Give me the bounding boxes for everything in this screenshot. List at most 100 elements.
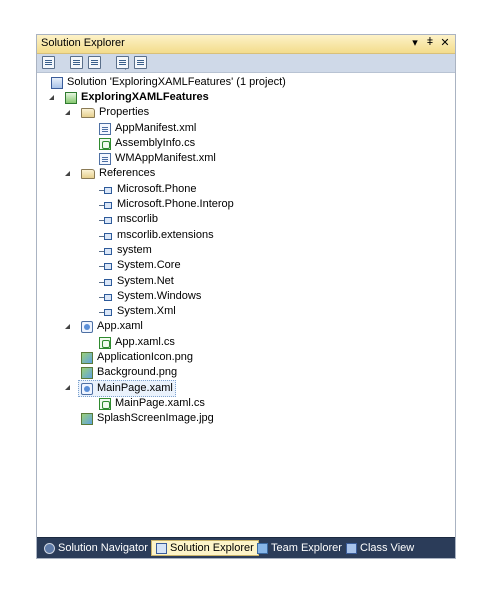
tree-item-reference[interactable]: System.Windows [99, 289, 201, 304]
tree-item-reference[interactable]: System.Net [99, 274, 174, 289]
tab-label: Solution Explorer [170, 542, 254, 554]
reference-label: System.Xml [117, 305, 176, 317]
project-label: ExploringXAMLFeatures [81, 91, 209, 103]
tab-team-explorer[interactable]: Team Explorer [253, 540, 346, 556]
properties-label: Properties [99, 106, 150, 118]
tree-item-reference[interactable]: Microsoft.Phone.Interop [99, 197, 234, 212]
xml-file-icon [99, 122, 111, 135]
expander-project[interactable] [49, 95, 54, 100]
solution-navigator-icon [44, 542, 55, 554]
tab-label: Team Explorer [271, 542, 342, 554]
view-code-icon[interactable] [116, 56, 129, 69]
reference-label: Microsoft.Phone.Interop [117, 198, 234, 210]
class-view-icon [346, 542, 357, 554]
file-label: MainPage.xaml [97, 382, 173, 394]
solution-icon [51, 76, 63, 89]
image-file-icon [81, 351, 93, 364]
title-controls: ▾ ǂ ✕ [409, 36, 451, 49]
tree-item-project[interactable]: ExploringXAMLFeatures [65, 90, 209, 105]
file-label: ApplicationIcon.png [97, 351, 194, 363]
pin-icon[interactable]: ǂ [424, 36, 436, 49]
bottom-tab-bar: Solution Navigator Solution Explorer Tea… [37, 537, 455, 558]
reference-icon [99, 308, 113, 317]
reference-icon [99, 232, 113, 241]
reference-label: mscorlib [117, 213, 158, 225]
csharp-file-icon [99, 397, 111, 410]
tree-item-reference[interactable]: mscorlib [99, 212, 158, 227]
tab-label: Solution Navigator [58, 542, 148, 554]
refresh-icon[interactable] [88, 56, 101, 69]
xaml-file-icon [81, 382, 93, 395]
expander-references[interactable] [65, 171, 70, 176]
tree-item-wmappmanifest[interactable]: WMAppManifest.xml [99, 151, 216, 166]
tree-item-solution[interactable]: Solution 'ExploringXAMLFeatures' (1 proj… [51, 75, 286, 90]
tab-label: Class View [360, 542, 415, 554]
tab-solution-navigator[interactable]: Solution Navigator [40, 540, 152, 556]
close-icon[interactable]: ✕ [439, 36, 451, 49]
csharp-file-icon [99, 336, 111, 349]
title-bar: Solution Explorer ▾ ǂ ✕ [37, 35, 455, 54]
reference-icon [99, 262, 113, 271]
reference-icon [99, 201, 113, 210]
tree-item-mainpage-xaml[interactable]: MainPage.xaml [78, 380, 176, 397]
expander-properties[interactable] [65, 110, 70, 115]
tree-item-reference[interactable]: System.Xml [99, 304, 176, 319]
expander-mainpage-xaml[interactable] [65, 385, 70, 390]
team-explorer-icon [257, 542, 268, 554]
csharp-file-icon [99, 137, 111, 150]
reference-label: Microsoft.Phone [117, 183, 197, 195]
toolbar [37, 54, 455, 73]
tree-item-reference[interactable]: mscorlib.extensions [99, 228, 214, 243]
dropdown-icon[interactable]: ▾ [409, 36, 421, 49]
references-label: References [99, 167, 156, 179]
reference-icon [99, 278, 113, 287]
image-file-icon [81, 412, 93, 425]
show-all-files-icon[interactable] [70, 56, 83, 69]
tree-item-app-xaml[interactable]: App.xaml [81, 319, 143, 334]
tree-item-mainpage-xaml-cs[interactable]: MainPage.xaml.cs [99, 396, 205, 411]
solution-explorer-panel: Solution Explorer ▾ ǂ ✕ Solution 'Explor… [36, 34, 456, 559]
folder-icon [81, 108, 95, 118]
reference-label: System.Net [117, 275, 174, 287]
tree-item-references[interactable]: References [81, 166, 155, 181]
solution-label: Solution 'ExploringXAMLFeatures' (1 proj… [67, 76, 286, 88]
file-label: WMAppManifest.xml [115, 152, 216, 164]
tree-item-appmanifest[interactable]: AppManifest.xml [99, 121, 196, 136]
tree-item-application-icon[interactable]: ApplicationIcon.png [81, 350, 193, 365]
tree-item-reference[interactable]: System.Core [99, 258, 181, 273]
tree-item-splash[interactable]: SplashScreenImage.jpg [81, 411, 214, 426]
reference-label: System.Core [117, 259, 181, 271]
file-label: App.xaml [97, 320, 143, 332]
folder-icon [81, 169, 95, 179]
reference-icon [99, 247, 113, 256]
tree-item-reference[interactable]: system [99, 243, 152, 258]
reference-label: System.Windows [117, 290, 202, 302]
file-label: SplashScreenImage.jpg [97, 412, 214, 424]
reference-icon [99, 186, 113, 195]
file-label: AssemblyInfo.cs [115, 137, 196, 149]
file-label: App.xaml.cs [115, 336, 175, 348]
tree-item-reference[interactable]: Microsoft.Phone [99, 182, 196, 197]
file-label: Background.png [97, 366, 178, 378]
solution-explorer-icon [156, 542, 167, 554]
image-file-icon [81, 366, 93, 379]
tree-item-app-xaml-cs[interactable]: App.xaml.cs [99, 335, 175, 350]
project-icon [65, 91, 77, 104]
reference-icon [99, 293, 113, 302]
tree-item-properties[interactable]: Properties [81, 105, 149, 120]
panel-title: Solution Explorer [41, 37, 125, 49]
file-label: AppManifest.xml [115, 122, 197, 134]
reference-label: mscorlib.extensions [117, 229, 214, 241]
xaml-file-icon [81, 320, 93, 333]
tab-solution-explorer[interactable]: Solution Explorer [151, 540, 259, 556]
reference-label: system [117, 244, 152, 256]
reference-icon [99, 216, 113, 225]
expander-app-xaml[interactable] [65, 324, 70, 329]
view-designer-icon[interactable] [134, 56, 147, 69]
tab-class-view[interactable]: Class View [342, 540, 418, 556]
properties-icon[interactable] [42, 56, 55, 69]
xml-file-icon [99, 152, 111, 165]
file-label: MainPage.xaml.cs [115, 397, 205, 409]
tree-item-background[interactable]: Background.png [81, 365, 177, 380]
tree-item-assemblyinfo[interactable]: AssemblyInfo.cs [99, 136, 195, 151]
